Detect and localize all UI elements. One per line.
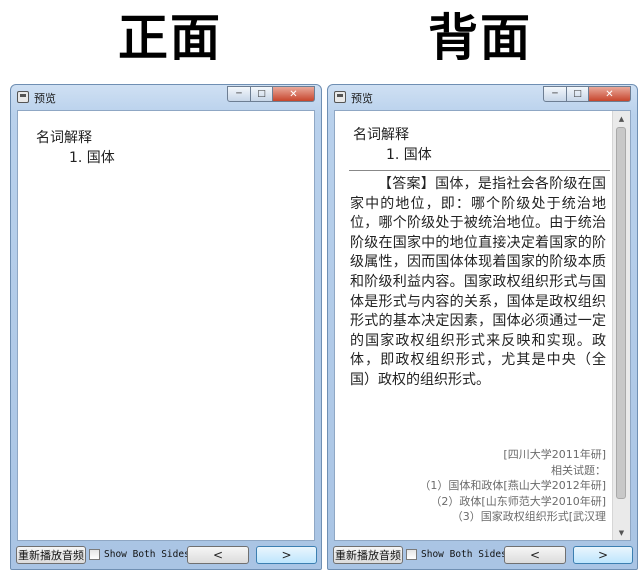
arrow-down-icon: ▼: [618, 528, 625, 537]
next-button[interactable]: >: [256, 546, 317, 564]
close-button[interactable]: ✕: [273, 86, 315, 102]
scrollbar-thumb[interactable]: [616, 127, 626, 499]
minimize-button[interactable]: ─: [227, 86, 251, 102]
minimize-icon: ─: [552, 89, 558, 99]
window-title: 预览: [351, 92, 373, 105]
front-side-heading: 正面: [118, 8, 222, 67]
close-icon: ✕: [289, 88, 298, 100]
replay-audio-button[interactable]: 重新播放音频: [333, 546, 403, 564]
app-icon: [17, 91, 29, 103]
show-both-sides-checkbox[interactable]: [89, 549, 100, 560]
window-controls: ─ □ ✕: [227, 86, 315, 102]
previous-button[interactable]: <: [504, 546, 566, 564]
chevron-left-icon: <: [529, 548, 541, 562]
source-reference: [四川大学2011年研]: [503, 448, 606, 461]
minimize-icon: ─: [236, 89, 242, 99]
related-item: （3）国家政权组织形式[武汉理: [451, 510, 606, 523]
related-questions: [四川大学2011年研] 相关试题： （1）国体和政体[燕山大学2012年研] …: [350, 447, 606, 525]
maximize-button[interactable]: □: [567, 86, 589, 102]
maximize-button[interactable]: □: [251, 86, 273, 102]
related-item: （1）国体和政体[燕山大学2012年研]: [419, 479, 606, 492]
previous-button[interactable]: <: [187, 546, 249, 564]
question-title: 名词解释: [353, 127, 409, 143]
title-bar[interactable]: 预览 ─ □ ✕: [328, 85, 637, 109]
vertical-scrollbar[interactable]: ▲ ▼: [612, 111, 630, 540]
answer-text: 【答案】国体，是指社会各阶级在国家中的地位，即：哪个阶级处于统治地位，哪个阶级处…: [350, 176, 606, 388]
preview-window-front: 预览 ─ □ ✕ 名词解释 1. 国体 重新播放音频 Show Both Sid…: [10, 84, 322, 570]
scroll-up-button[interactable]: ▲: [613, 111, 630, 126]
bottom-bar: 重新播放音频 Show Both Sides < >: [328, 541, 637, 569]
card-front-content: 名词解释 1. 国体: [17, 110, 315, 541]
scroll-down-button[interactable]: ▼: [613, 525, 630, 540]
next-button[interactable]: >: [573, 546, 633, 564]
related-heading: 相关试题：: [551, 463, 606, 477]
question-item: 1. 国体: [69, 150, 115, 166]
maximize-icon: □: [257, 89, 266, 99]
window-title: 预览: [34, 92, 56, 105]
back-side-heading: 背面: [428, 8, 532, 67]
show-both-sides-label: Show Both Sides: [421, 549, 507, 560]
close-icon: ✕: [605, 88, 614, 100]
title-bar[interactable]: 预览 ─ □ ✕: [11, 85, 321, 109]
maximize-icon: □: [573, 89, 582, 99]
show-both-sides-toggle[interactable]: Show Both Sides: [406, 549, 507, 560]
show-both-sides-toggle[interactable]: Show Both Sides: [89, 549, 190, 560]
card-back-content: 名词解释 1. 国体 【答案】国体，是指社会各阶级在国家中的地位，即：哪个阶级处…: [334, 110, 631, 541]
show-both-sides-checkbox[interactable]: [406, 549, 417, 560]
arrow-up-icon: ▲: [618, 114, 625, 123]
question-item: 1. 国体: [386, 147, 432, 163]
replay-audio-button[interactable]: 重新播放音频: [16, 546, 86, 564]
preview-window-back: 预览 ─ □ ✕ 名词解释 1. 国体 【答案】国体，是指社会各阶级在国家中的地…: [327, 84, 638, 570]
question-title: 名词解释: [36, 130, 92, 146]
window-controls: ─ □ ✕: [543, 86, 631, 102]
chevron-right-icon: >: [281, 548, 292, 562]
bottom-bar: 重新播放音频 Show Both Sides < >: [11, 541, 321, 569]
front-back-divider: [349, 170, 610, 171]
minimize-button[interactable]: ─: [543, 86, 567, 102]
close-button[interactable]: ✕: [589, 86, 631, 102]
chevron-left-icon: <: [212, 548, 224, 562]
app-icon: [334, 91, 346, 103]
related-item: （2）政体[山东师范大学2010年研]: [430, 494, 606, 508]
show-both-sides-label: Show Both Sides: [104, 549, 190, 560]
chevron-right-icon: >: [597, 548, 609, 562]
